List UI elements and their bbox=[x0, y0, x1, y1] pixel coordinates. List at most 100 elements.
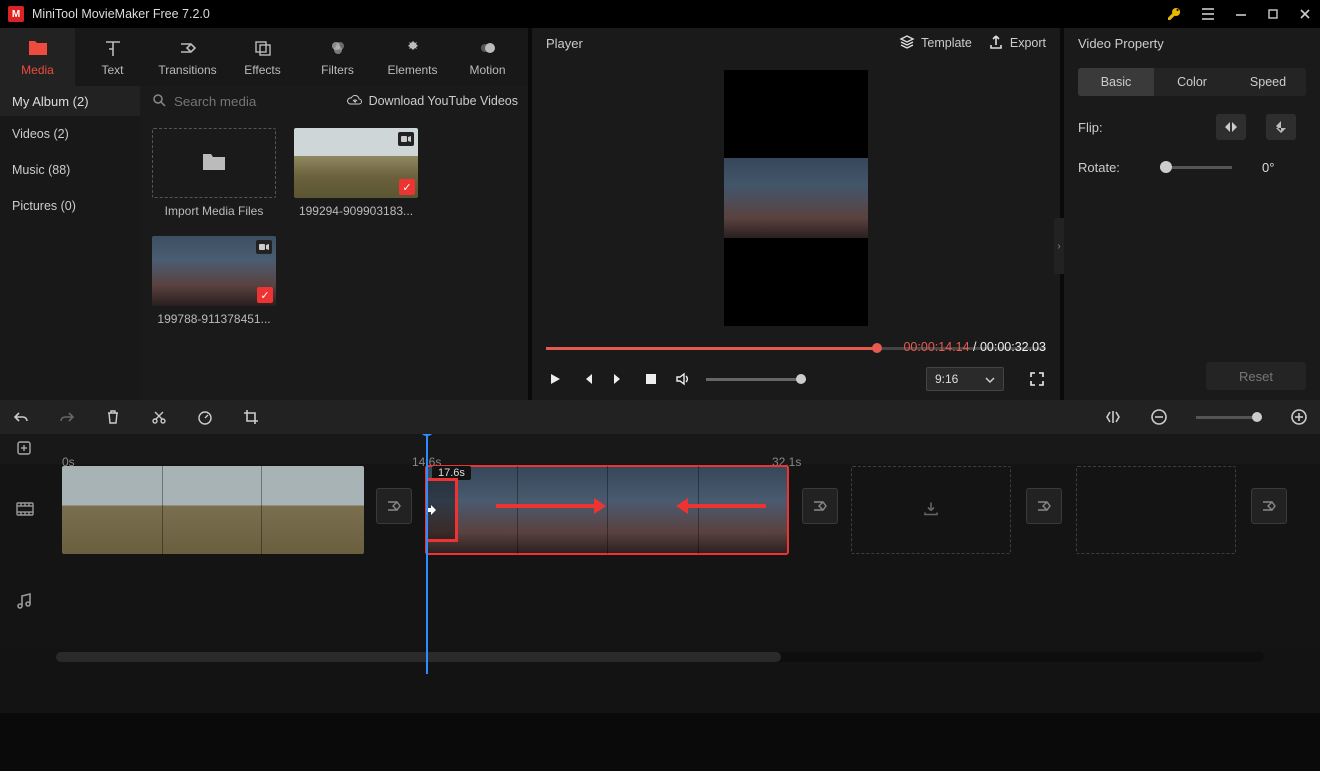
timeline-clip[interactable] bbox=[62, 466, 364, 554]
export-icon bbox=[988, 34, 1004, 53]
timeline-clip-selected[interactable]: 17.6s bbox=[426, 466, 788, 554]
chevron-down-icon bbox=[985, 372, 995, 386]
property-panel: Video Property › Basic Color Speed Flip:… bbox=[1064, 28, 1320, 400]
search-input[interactable] bbox=[174, 94, 294, 109]
key-icon[interactable] bbox=[1166, 6, 1182, 22]
filters-icon bbox=[328, 37, 348, 59]
transitions-icon bbox=[178, 37, 198, 59]
sidebar-item-music[interactable]: Music (88) bbox=[0, 152, 140, 188]
speed-button[interactable] bbox=[196, 408, 214, 426]
app-logo: M bbox=[8, 6, 24, 22]
rotate-slider[interactable] bbox=[1160, 166, 1232, 169]
flip-label: Flip: bbox=[1078, 120, 1134, 135]
annotation-arrow bbox=[496, 504, 596, 508]
flip-vertical-button[interactable] bbox=[1266, 114, 1296, 140]
toolbar-media[interactable]: Media bbox=[0, 28, 75, 86]
zoom-out-button[interactable] bbox=[1150, 408, 1168, 426]
media-item[interactable]: ✓ 199294-909903183... bbox=[294, 128, 418, 218]
seek-bar[interactable]: 00:00:14.14 / 00:00:32.03 bbox=[546, 338, 1046, 358]
property-tabs: Basic Color Speed bbox=[1078, 68, 1306, 96]
zoom-slider[interactable] bbox=[1196, 416, 1262, 419]
delete-button[interactable] bbox=[104, 408, 122, 426]
panel-collapse-button[interactable]: › bbox=[1054, 218, 1064, 274]
flip-horizontal-button[interactable] bbox=[1216, 114, 1246, 140]
tab-color[interactable]: Color bbox=[1154, 68, 1230, 96]
timeline-ruler[interactable]: 0s 14.6s 32.1s bbox=[0, 434, 1320, 464]
redo-button[interactable] bbox=[58, 408, 76, 426]
template-button[interactable]: Template bbox=[899, 34, 972, 53]
fullscreen-button[interactable] bbox=[1028, 370, 1046, 388]
prev-frame-button[interactable] bbox=[578, 370, 596, 388]
video-track-icon bbox=[16, 502, 34, 519]
zoom-in-button[interactable] bbox=[1290, 408, 1308, 426]
reset-button[interactable]: Reset bbox=[1206, 362, 1306, 390]
audio-track bbox=[0, 556, 1320, 648]
toolbar-filters[interactable]: Filters bbox=[300, 28, 375, 86]
rotate-label: Rotate: bbox=[1078, 160, 1134, 175]
placeholder-clip[interactable] bbox=[851, 466, 1011, 554]
used-check-icon: ✓ bbox=[257, 287, 273, 303]
aspect-ratio-select[interactable]: 9:16 bbox=[926, 367, 1004, 391]
transition-slot[interactable] bbox=[376, 488, 412, 524]
next-frame-button[interactable] bbox=[610, 370, 628, 388]
text-icon bbox=[103, 37, 123, 59]
volume-button[interactable] bbox=[674, 370, 692, 388]
play-button[interactable] bbox=[546, 370, 564, 388]
add-track-icon[interactable] bbox=[16, 440, 32, 459]
transition-slot[interactable] bbox=[1026, 488, 1062, 524]
toolbar-transitions[interactable]: Transitions bbox=[150, 28, 225, 86]
transition-slot[interactable] bbox=[802, 488, 838, 524]
media-item[interactable]: ✓ 199788-911378451... bbox=[152, 236, 276, 326]
property-title: Video Property bbox=[1064, 28, 1320, 58]
toolbar-motion[interactable]: Motion bbox=[450, 28, 525, 86]
timeline-scrollbar[interactable] bbox=[56, 652, 1264, 662]
media-sidebar: Videos (2) Music (88) Pictures (0) bbox=[0, 116, 140, 400]
video-badge-icon bbox=[256, 240, 272, 254]
player-title: Player bbox=[546, 36, 583, 51]
timeline-toolbar bbox=[0, 400, 1320, 434]
transition-slot[interactable] bbox=[1251, 488, 1287, 524]
tab-speed[interactable]: Speed bbox=[1230, 68, 1306, 96]
tab-basic[interactable]: Basic bbox=[1078, 68, 1154, 96]
zoom-fit-button[interactable] bbox=[1104, 408, 1122, 426]
undo-button[interactable] bbox=[12, 408, 30, 426]
media-grid: Import Media Files ✓ 199294-909903183...… bbox=[140, 116, 528, 400]
crop-button[interactable] bbox=[242, 408, 260, 426]
main-toolbar: Media Text Transitions Effects Filters E… bbox=[0, 28, 528, 86]
stop-button[interactable] bbox=[642, 370, 660, 388]
player-preview[interactable] bbox=[532, 58, 1060, 338]
volume-slider[interactable] bbox=[706, 378, 806, 381]
toolbar-effects[interactable]: Effects bbox=[225, 28, 300, 86]
album-title[interactable]: My Album (2) bbox=[0, 86, 140, 116]
import-media-button[interactable]: Import Media Files bbox=[152, 128, 276, 218]
sidebar-item-pictures[interactable]: Pictures (0) bbox=[0, 188, 140, 224]
download-youtube-button[interactable]: Download YouTube Videos bbox=[347, 94, 518, 109]
titlebar: M MiniTool MovieMaker Free 7.2.0 bbox=[0, 0, 1320, 28]
minimize-icon[interactable] bbox=[1234, 7, 1248, 21]
download-placeholder-icon bbox=[922, 500, 940, 521]
menu-icon[interactable] bbox=[1200, 6, 1216, 22]
sidebar-item-videos[interactable]: Videos (2) bbox=[0, 116, 140, 152]
toolbar-elements[interactable]: Elements bbox=[375, 28, 450, 86]
maximize-icon[interactable] bbox=[1266, 7, 1280, 21]
cloud-download-icon bbox=[347, 94, 363, 109]
split-button[interactable] bbox=[150, 408, 168, 426]
player-panel: Player Template Export 00:00:14.14 / 00:… bbox=[532, 28, 1060, 400]
annotation-arrow bbox=[686, 504, 766, 508]
timeline-panel: 0s 14.6s 32.1s 17.6s bbox=[0, 400, 1320, 713]
video-track: 17.6s bbox=[0, 464, 1320, 556]
time-readout: 00:00:14.14 / 00:00:32.03 bbox=[903, 340, 1046, 354]
media-panel: Media Text Transitions Effects Filters E… bbox=[0, 28, 528, 400]
placeholder-clip[interactable] bbox=[1076, 466, 1236, 554]
trim-handle[interactable] bbox=[426, 478, 458, 542]
toolbar-text[interactable]: Text bbox=[75, 28, 150, 86]
rotate-value: 0° bbox=[1262, 160, 1274, 175]
used-check-icon: ✓ bbox=[399, 179, 415, 195]
video-badge-icon bbox=[398, 132, 414, 146]
close-icon[interactable] bbox=[1298, 7, 1312, 21]
export-button[interactable]: Export bbox=[988, 34, 1046, 53]
template-icon bbox=[899, 34, 915, 53]
motion-icon bbox=[478, 37, 498, 59]
folder-icon bbox=[201, 151, 227, 176]
folder-icon bbox=[27, 37, 49, 59]
